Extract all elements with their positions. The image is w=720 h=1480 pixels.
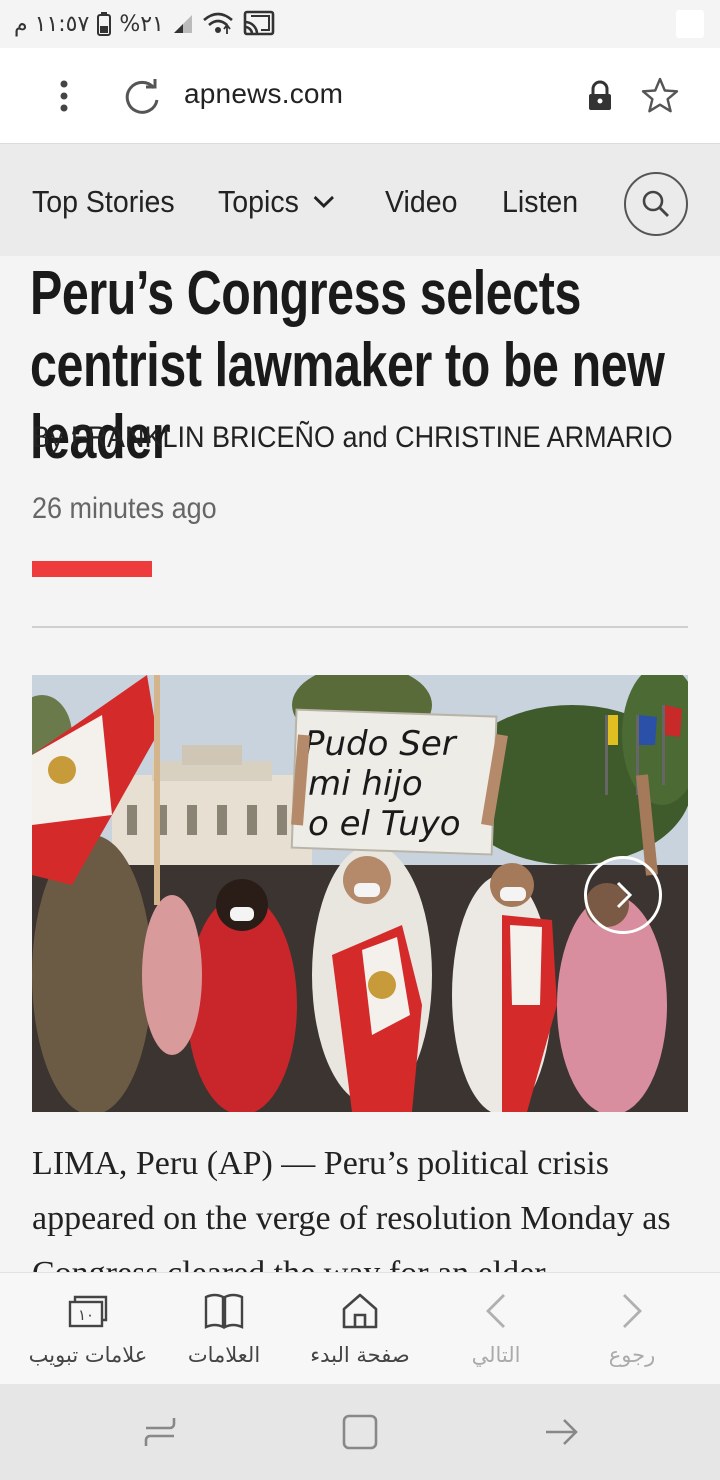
back-arrow-icon[interactable] [542,1412,582,1452]
browser-address-bar: apnews.com [0,48,720,144]
tabs-button[interactable]: ١٠ علامات تبويب [16,1289,160,1367]
status-indicators: ١١:٥٧ م %٢١ [14,8,276,40]
search-button[interactable] [624,172,688,236]
bookmark-star-icon[interactable] [640,76,680,116]
home-icon [342,1293,378,1329]
divider [32,626,688,628]
accent-bar [32,561,152,577]
tabs-count: ١٠ [78,1306,94,1324]
more-options-icon[interactable] [48,76,80,116]
nav-video[interactable]: Video [385,184,457,220]
tabs-icon: ١٠ [68,1295,108,1328]
sign-line-1: Pudo Ser [304,724,458,764]
recent-apps-icon[interactable] [140,1412,180,1452]
nav-topics-label: Topics [218,184,299,219]
signal-icon [173,15,192,33]
sign-line-2: mi hijo [308,764,423,804]
article-body: LIMA, Peru (AP) — Peru’s political crisi… [32,1145,671,1276]
status-bar: ١١:٥٧ م %٢١ [0,0,720,48]
bookmarks-button[interactable]: العلامات [152,1289,296,1367]
status-time: ١١:٥٧ م [14,11,90,37]
cast-icon [243,10,275,36]
search-icon [642,190,669,217]
bookmarks-icon [204,1293,244,1329]
bookmarks-label: العلامات [187,1343,261,1367]
home-button[interactable]: صفحة البدء [288,1289,432,1367]
nav-listen[interactable]: Listen [502,184,578,220]
nav-topics[interactable]: Topics [218,184,336,220]
nav-top-stories[interactable]: Top Stories [32,184,175,220]
url-field[interactable]: apnews.com [184,78,343,110]
gallery-next-button[interactable] [584,856,662,934]
chevron-right-icon [623,1294,642,1328]
article-byline: By FRANKLIN BRICEÑO and CHRISTINE ARMARI… [32,421,673,454]
browser-bottom-toolbar: ١٠ علامات تبويب العلامات صفحة البدء التا… [0,1272,720,1384]
chevron-left-icon [486,1294,505,1328]
tabs-label: علامات تبويب [28,1343,148,1367]
site-navigation: Top Stories Topics Video Listen [0,144,720,256]
chevron-down-icon [313,195,334,209]
system-navigation-bar [0,1384,720,1480]
wifi-icon [203,12,233,34]
notification-square [676,10,704,38]
article-timestamp: 26 minutes ago [32,492,217,525]
sign-line-3: o el Tuyo [308,804,461,844]
back-label: رجوع [608,1343,656,1367]
forward-button[interactable]: التالي [424,1289,568,1367]
battery-icon [97,12,112,36]
battery-percent: %٢١ [119,11,164,37]
home-nav-icon[interactable] [340,1412,380,1452]
reload-icon[interactable] [124,78,162,116]
forward-label: التالي [471,1343,521,1367]
back-button[interactable]: رجوع [560,1289,704,1367]
chevron-right-icon [616,881,633,909]
home-label: صفحة البدء [310,1343,410,1367]
lock-icon[interactable] [586,80,614,112]
article-photo[interactable]: Pudo Ser mi hijo o el Tuyo [32,675,688,1112]
